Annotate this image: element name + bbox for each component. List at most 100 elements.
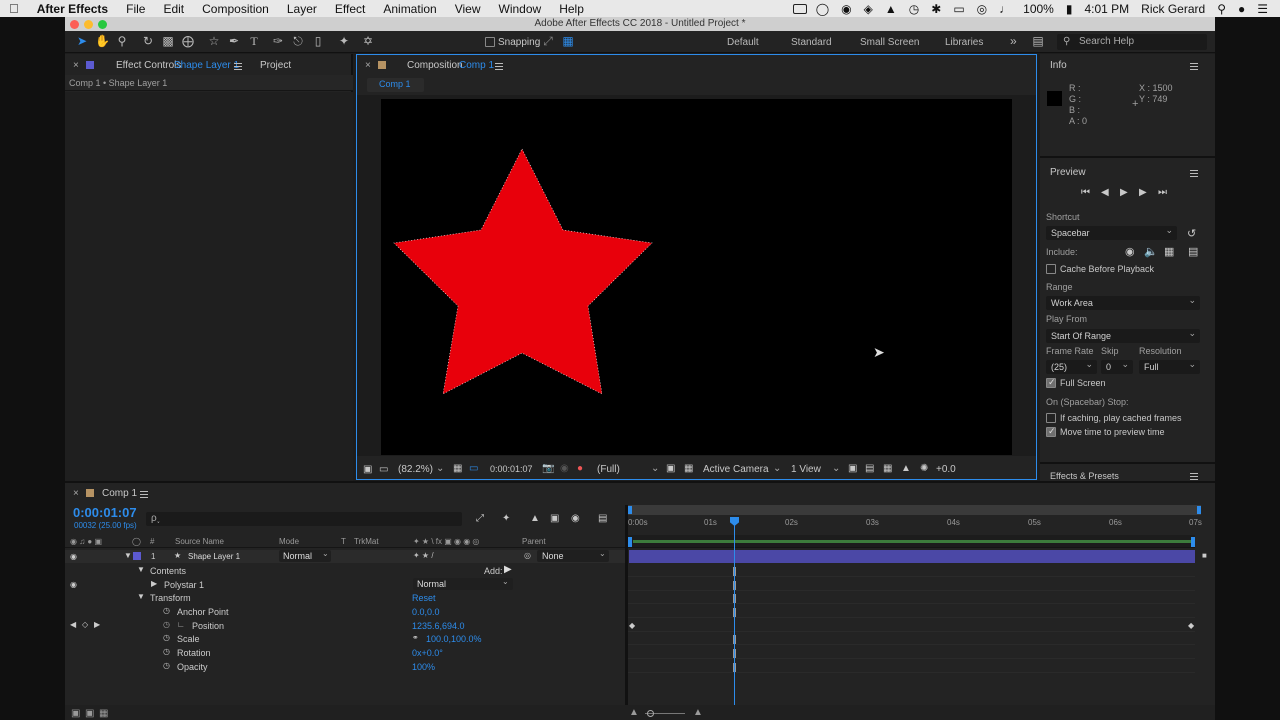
workspace-panel-icon[interactable]: ▤ (1031, 35, 1045, 48)
polystar-row[interactable]: ◉ ▶ Polystar 1 Normal ⌄ (65, 577, 625, 591)
previous-frame-icon[interactable]: ◀ (1101, 187, 1109, 198)
parent-dropdown[interactable]: None ⌄ (537, 549, 609, 562)
next-frame-icon[interactable]: ▶ (1139, 187, 1147, 198)
info-panel-menu-icon[interactable] (1190, 63, 1198, 70)
graph-editor-icon[interactable]: ▤ (598, 513, 607, 524)
effects-presets-title[interactable]: Effects & Presets (1050, 471, 1119, 481)
contents-twirl-icon[interactable]: ▼ (137, 565, 145, 574)
work-area-bar[interactable] (628, 505, 1201, 515)
range-dropdown[interactable]: Work Area (1046, 293, 1200, 310)
close-panel-icon[interactable]: × (73, 60, 79, 71)
effects-presets-menu-icon[interactable] (1190, 473, 1198, 480)
composition-tab-prefix[interactable]: Composition (407, 60, 463, 71)
menu-edit[interactable]: Edit (154, 2, 193, 16)
constrain-link-icon[interactable]: ⚭ (412, 633, 419, 642)
puppet-tool-icon[interactable]: ✡ (361, 35, 375, 48)
time-machine-icon[interactable]: ◷ (903, 2, 925, 16)
transform-row[interactable]: ▼ Transform Reset (65, 591, 625, 604)
opacity-value[interactable]: 100% (412, 662, 435, 672)
menu-file[interactable]: File (117, 2, 154, 16)
eraser-tool-icon[interactable]: ▯ (311, 35, 325, 48)
stopwatch-icon[interactable]: ◷ (163, 633, 170, 642)
mode-header[interactable]: Mode (279, 537, 299, 546)
transform-reset-link[interactable]: Reset (412, 593, 436, 603)
transform-twirl-icon[interactable]: ▼ (137, 592, 145, 601)
layer-duration-bar[interactable] (629, 550, 1195, 563)
opacity-row[interactable]: ◷ Opacity 100% (65, 660, 625, 673)
snap-options-icon[interactable]: ⤢ (541, 35, 555, 48)
transparency-grid-icon[interactable]: ▦ (684, 463, 693, 474)
add-keyframe-icon[interactable]: ◇ (82, 620, 88, 629)
zoom-slider-thumb[interactable] (647, 710, 654, 717)
polystar-label[interactable]: Polystar 1 (164, 580, 204, 590)
t-header[interactable]: T (341, 537, 346, 546)
first-frame-icon[interactable]: ⏮ (1081, 187, 1090, 198)
trkmat-header[interactable]: TrkMat (354, 537, 379, 546)
flowchart-icon[interactable]: ▲ (901, 463, 911, 474)
exposure-value[interactable]: +0.0 (936, 464, 956, 475)
timeline-icon[interactable]: ▦ (883, 463, 892, 474)
workspace-default[interactable]: Default (727, 37, 759, 48)
toggle-modes-icon[interactable]: ▣ (85, 708, 94, 719)
stopwatch-icon[interactable]: ◷ (163, 606, 170, 615)
menu-layer[interactable]: Layer (278, 2, 326, 16)
always-preview-icon[interactable]: ▣ (363, 464, 372, 475)
close-comp-panel-icon[interactable]: × (365, 60, 371, 71)
siri-icon[interactable]: ● (1232, 2, 1251, 16)
fast-previews-icon[interactable]: ▤ (865, 463, 874, 474)
scale-row[interactable]: ◷ Scale ⚭ 100.0,100.0% (65, 632, 625, 645)
skip-dropdown[interactable]: 0 (1101, 357, 1133, 374)
roto-brush-tool-icon[interactable]: ✦ (337, 35, 351, 48)
play-from-dropdown[interactable]: Start Of Range (1046, 326, 1200, 343)
bluetooth-icon[interactable]: ✱ (925, 2, 947, 16)
hand-tool-icon[interactable]: ✋ (95, 35, 110, 48)
layer-switches-icon[interactable]: ✦ ★ / (413, 551, 434, 560)
pan-behind-tool-icon[interactable]: ⨁ (181, 35, 195, 48)
clone-stamp-tool-icon[interactable]: ⎋ (291, 35, 305, 48)
rotation-value[interactable]: 0x+0.0° (412, 648, 443, 658)
shy-layers-icon[interactable]: ▲ (530, 513, 540, 524)
switches-header-icon[interactable]: ✦ ★ \ fx ▣ ◉ ◉ ◎ (413, 537, 479, 546)
zoom-out-icon[interactable]: ▲ (629, 707, 639, 718)
channel-icon[interactable]: ● (577, 463, 583, 474)
prev-keyframe-icon[interactable]: ◀ (70, 620, 76, 629)
timeline-tab[interactable]: Comp 1 (102, 488, 137, 499)
playhead-handle[interactable] (730, 517, 739, 526)
work-area-start-handle[interactable] (628, 506, 632, 514)
polystar-twirl-icon[interactable]: ▶ (151, 579, 157, 588)
wifi-icon[interactable]: ◎ (971, 2, 993, 16)
rotation-row[interactable]: ◷ Rotation 0x+0.0° (65, 646, 625, 659)
layer-twirl-icon[interactable]: ▼ (124, 551, 132, 560)
keyframe-start[interactable]: ◆ (629, 621, 635, 630)
preview-panel-menu-icon[interactable] (1190, 170, 1198, 177)
workspace-more-button[interactable]: » (1010, 34, 1017, 48)
include-audio-icon[interactable]: 🔈 (1144, 245, 1158, 258)
chevron-down-icon[interactable]: ⌄ (436, 463, 444, 474)
layer-label-color[interactable] (133, 552, 141, 560)
anchor-point-row[interactable]: ◷ Anchor Point 0.0,0.0 (65, 605, 625, 618)
layer-row[interactable]: ◉ ▼ 1 ★ Shape Layer 1 Normal ⌄ ✦ ★ / ◎ N… (65, 549, 625, 563)
parent-header[interactable]: Parent (522, 537, 546, 546)
safe-margins-icon[interactable]: ▦ (453, 463, 462, 474)
chevron-down-icon[interactable]: ⌄ (773, 463, 781, 474)
comp-subtab[interactable]: Comp 1 (367, 78, 424, 92)
snap-feature-icon[interactable]: ▦ (561, 35, 575, 48)
menu-composition[interactable]: Composition (193, 2, 278, 16)
battery-percent[interactable]: 100% (1017, 2, 1060, 16)
region-of-interest-icon[interactable]: ▣ (666, 463, 675, 474)
keyframe-end[interactable]: ◆ (1188, 621, 1194, 630)
move-time-checkbox[interactable] (1046, 426, 1056, 437)
stopwatch-icon[interactable]: ◷ (163, 661, 170, 670)
reset-icon[interactable]: ↺ (1187, 227, 1196, 240)
time-ruler[interactable] (628, 535, 1195, 548)
menu-help[interactable]: Help (550, 2, 593, 16)
pixel-aspect-icon[interactable]: ▣ (848, 463, 857, 474)
star-shape[interactable] (393, 148, 653, 395)
comp-panel-menu-icon[interactable] (495, 63, 503, 70)
if-caching-checkbox[interactable] (1046, 413, 1056, 423)
star-shape-svg[interactable] (381, 99, 1012, 455)
visibility-eye-icon[interactable]: ◉ (70, 552, 77, 561)
zoom-tool-icon[interactable]: ⚲ (115, 35, 129, 48)
menu-view[interactable]: View (446, 2, 490, 16)
anchor-point-value[interactable]: 0.0,0.0 (412, 607, 440, 617)
